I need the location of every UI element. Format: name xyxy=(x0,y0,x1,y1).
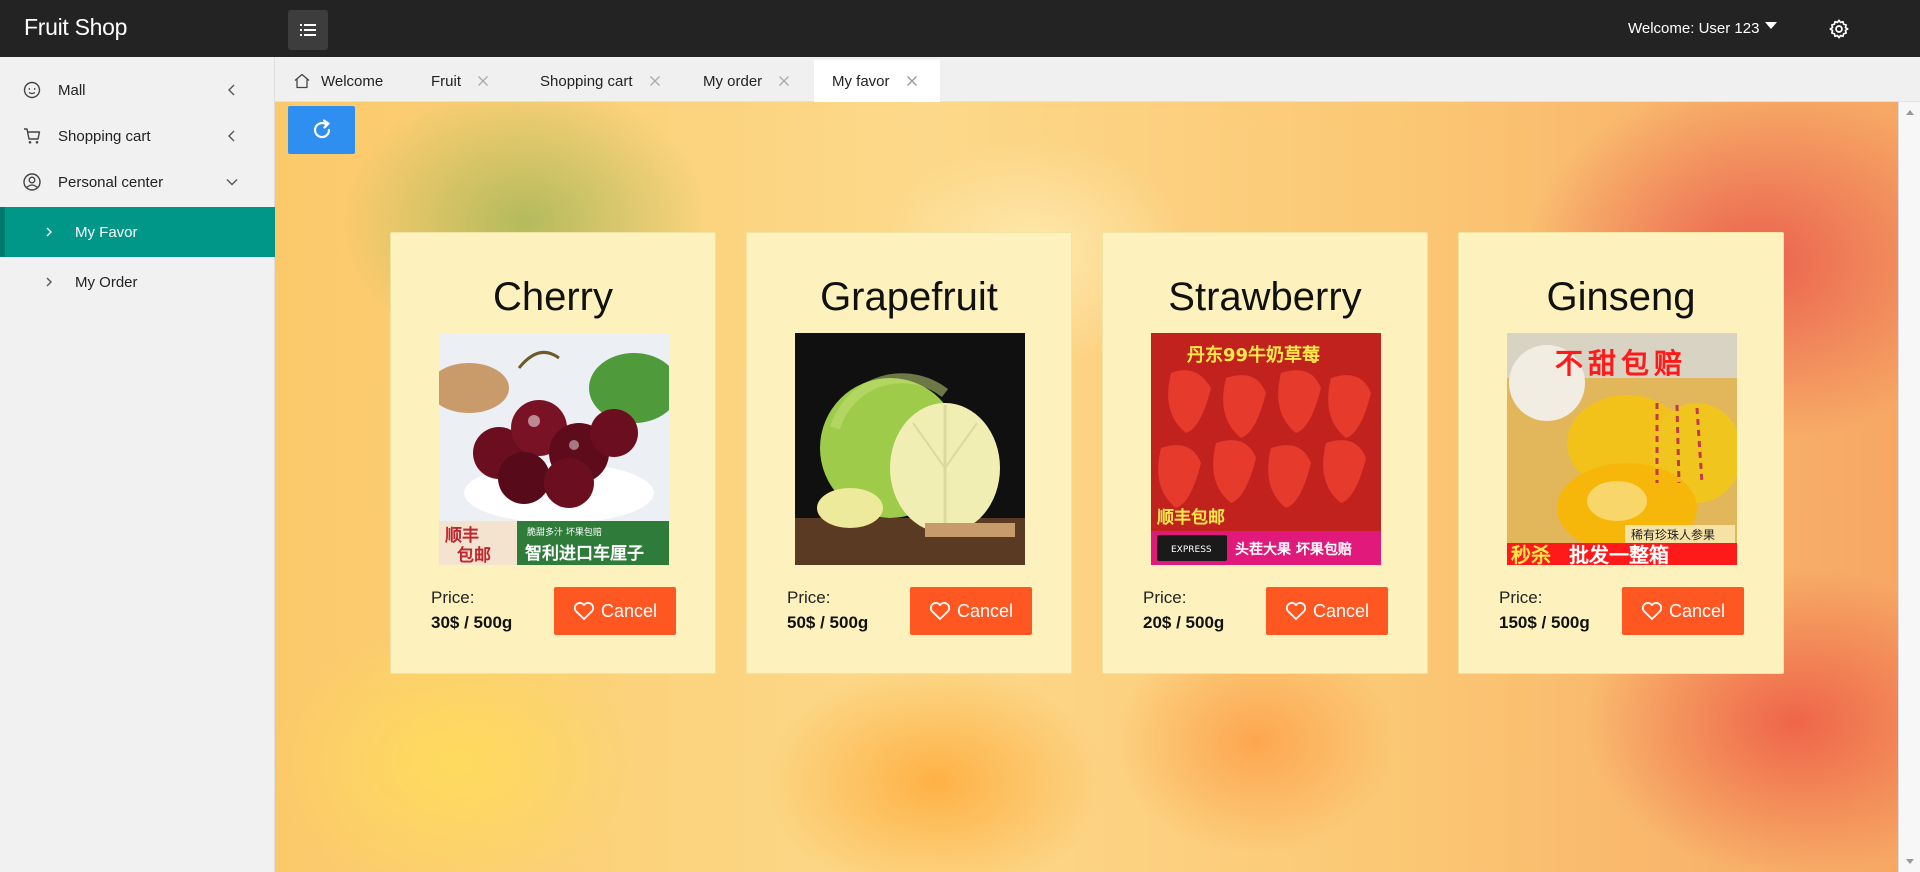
smile-icon xyxy=(23,81,41,99)
refresh-button[interactable] xyxy=(288,106,355,154)
cart-icon xyxy=(24,128,41,144)
user-menu[interactable]: Welcome: User 123 xyxy=(1628,20,1778,37)
sidebar-subitem-my-order[interactable]: My Order xyxy=(0,257,275,307)
image-text: 丹东99牛奶草莓 xyxy=(1187,344,1320,366)
sidebar-item-label: Personal center xyxy=(58,173,164,191)
tab-label: Fruit xyxy=(431,72,461,90)
tab-bar: Welcome Fruit Shopping cart My order My … xyxy=(275,57,1920,102)
top-header: Fruit Shop Welcome: User 123 xyxy=(0,0,1920,57)
scroll-down-arrow[interactable] xyxy=(1906,859,1914,864)
sidebar-item-personal-center[interactable]: Personal center xyxy=(0,159,275,205)
brand-title: Fruit Shop xyxy=(24,14,128,40)
tab-my-favor[interactable]: My favor xyxy=(814,60,940,102)
sidebar-subitem-label: My Favor xyxy=(75,223,138,241)
chevron-left-icon xyxy=(228,84,235,96)
tab-label: Shopping cart xyxy=(540,72,633,90)
cherry-image: 顺丰 包邮 脆甜多汁 坏果包赔 智利进口车厘子 xyxy=(439,333,669,565)
product-card-strawberry: Strawberry 丹东99牛奶草莓 顺丰包邮 EXPRESS 头茬大果 坏果… xyxy=(1102,232,1428,674)
cancel-label: Cancel xyxy=(956,600,1014,621)
tab-label: My favor xyxy=(832,72,890,90)
image-text: 包邮 xyxy=(457,545,491,565)
sidebar-item-label: Shopping cart xyxy=(58,127,151,145)
heart-icon xyxy=(573,602,595,620)
product-card-grapefruit: Grapefruit Price: 50$ / 500g Cancel xyxy=(746,232,1072,674)
grapefruit-image xyxy=(795,333,1025,565)
image-text: 稀有珍珠人参果 xyxy=(1631,527,1715,542)
price-label: Price: xyxy=(431,588,475,607)
chevron-down-icon xyxy=(226,179,238,186)
product-card-ginseng: Ginseng 不甜包赔 稀有珍珠人参果 秒杀 批发一整箱 Price: 150… xyxy=(1458,232,1784,674)
cancel-favor-button[interactable]: Cancel xyxy=(1266,587,1388,635)
image-text: 顺丰包邮 xyxy=(1157,507,1225,528)
sidebar-subitem-my-favor[interactable]: My Favor xyxy=(0,207,275,257)
cancel-label: Cancel xyxy=(600,600,658,621)
image-text: 顺丰 xyxy=(445,525,479,546)
image-text: 不甜包赔 xyxy=(1555,347,1687,380)
price-label: Price: xyxy=(1143,588,1187,607)
tab-my-order[interactable]: My order xyxy=(703,60,790,102)
scroll-up-arrow[interactable] xyxy=(1906,110,1914,115)
home-icon xyxy=(294,73,310,89)
image-text: 脆甜多汁 坏果包赔 xyxy=(527,526,602,538)
close-icon[interactable] xyxy=(649,75,661,87)
price-value: 150$ / 500g xyxy=(1499,613,1590,632)
caret-down-icon xyxy=(1765,22,1778,29)
product-name: Ginseng xyxy=(1546,275,1696,319)
image-text: 智利进口车厘子 xyxy=(525,543,644,564)
image-text: 秒杀 xyxy=(1511,543,1551,565)
chevron-left-icon xyxy=(228,130,235,142)
product-name: Cherry xyxy=(492,275,614,319)
sidebar-item-label: Mall xyxy=(58,81,86,99)
refresh-icon xyxy=(313,119,330,139)
cancel-label: Cancel xyxy=(1668,600,1726,621)
price-label: Price: xyxy=(1499,588,1543,607)
menu-icon xyxy=(300,24,316,36)
close-icon[interactable] xyxy=(477,75,489,87)
price-label: Price: xyxy=(787,588,831,607)
sidebar-item-shopping-cart[interactable]: Shopping cart xyxy=(0,113,275,159)
price-value: 20$ / 500g xyxy=(1143,613,1225,632)
strawberry-image: 丹东99牛奶草莓 顺丰包邮 EXPRESS 头茬大果 坏果包赔 xyxy=(1151,333,1381,565)
cancel-favor-button[interactable]: Cancel xyxy=(1622,587,1744,635)
chevron-right-icon xyxy=(46,227,52,237)
cancel-label: Cancel xyxy=(1312,600,1370,621)
tab-welcome[interactable]: Welcome xyxy=(293,60,383,102)
sidebar: Mall Shopping cart Personal center My Fa… xyxy=(0,57,275,872)
product-name: Grapefruit xyxy=(820,275,998,319)
tab-label: My order xyxy=(703,72,763,90)
close-icon[interactable] xyxy=(906,75,918,87)
heart-icon xyxy=(1641,602,1663,620)
tab-label: Welcome xyxy=(321,72,384,90)
cancel-favor-button[interactable]: Cancel xyxy=(554,587,676,635)
sidebar-subitem-label: My Order xyxy=(75,273,138,291)
close-icon[interactable] xyxy=(778,75,790,87)
user-circle-icon xyxy=(23,173,41,191)
favor-content: Cherry 顺丰 包邮 脆甜多汁 坏果包赔 智利进口车厘子 Price: 30… xyxy=(275,102,1898,872)
content-scrollbar[interactable] xyxy=(1898,102,1920,872)
cancel-favor-button[interactable]: Cancel xyxy=(910,587,1032,635)
image-text: 批发一整箱 xyxy=(1569,543,1669,565)
heart-icon xyxy=(929,602,951,620)
price-value: 50$ / 500g xyxy=(787,613,869,632)
product-card-cherry: Cherry 顺丰 包邮 脆甜多汁 坏果包赔 智利进口车厘子 Price: 30… xyxy=(390,232,716,674)
sidebar-item-mall[interactable]: Mall xyxy=(0,67,275,113)
image-text: 头茬大果 坏果包赔 xyxy=(1235,541,1352,558)
gear-icon[interactable] xyxy=(1828,18,1850,40)
product-name: Strawberry xyxy=(1168,275,1362,319)
ginseng-image: 不甜包赔 稀有珍珠人参果 秒杀 批发一整箱 xyxy=(1507,333,1737,565)
welcome-text: Welcome: User 123 xyxy=(1628,20,1760,37)
menu-toggle-button[interactable] xyxy=(288,10,328,50)
tab-shopping-cart[interactable]: Shopping cart xyxy=(540,60,661,102)
chevron-right-icon xyxy=(46,277,52,287)
image-text: EXPRESS xyxy=(1171,545,1212,555)
heart-icon xyxy=(1285,602,1307,620)
price-value: 30$ / 500g xyxy=(431,613,513,632)
tab-fruit[interactable]: Fruit xyxy=(431,60,489,102)
